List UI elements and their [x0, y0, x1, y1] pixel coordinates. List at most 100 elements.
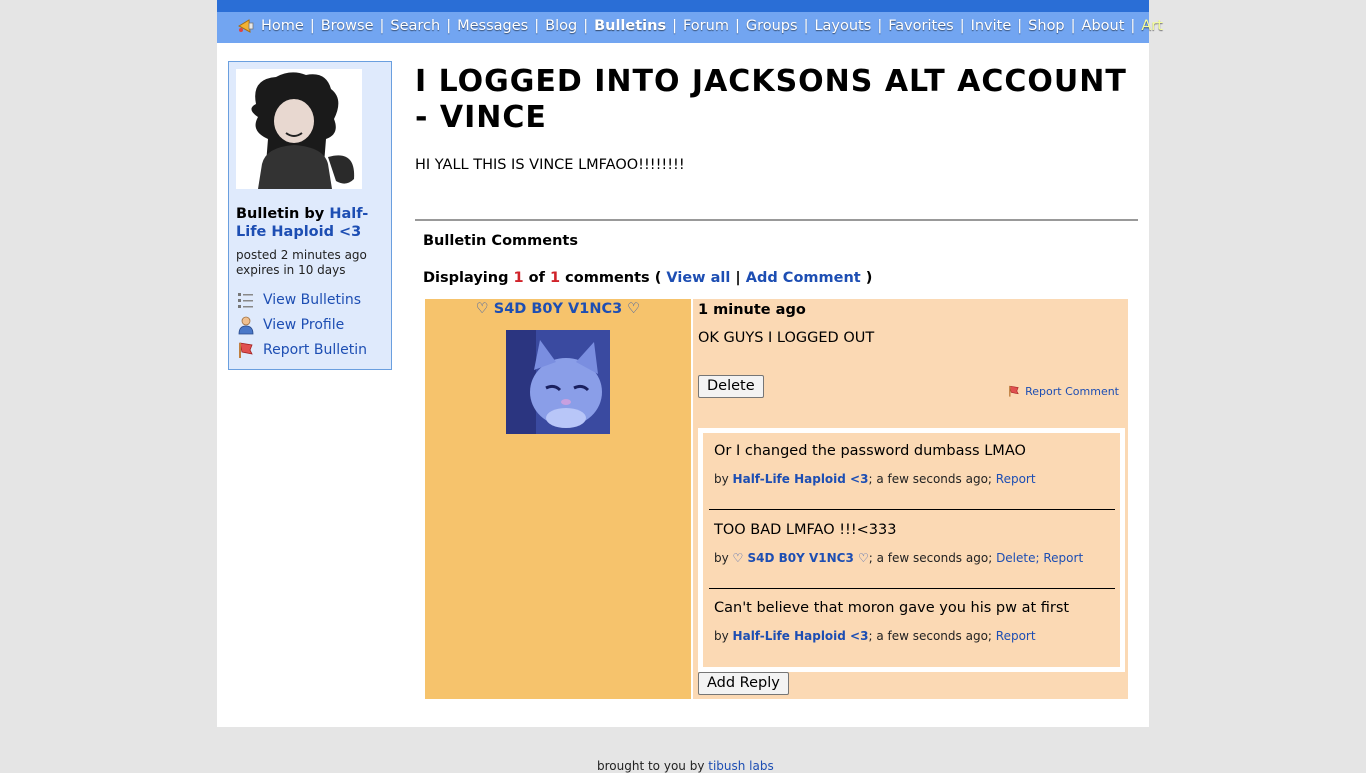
nav-layouts[interactable]: Layouts	[814, 12, 871, 40]
reply-report-link[interactable]: Report	[996, 629, 1036, 643]
reply-item: Can't believe that moron gave you his pw…	[714, 600, 1114, 643]
nav-separator: |	[877, 18, 883, 34]
nav-separator: |	[1130, 18, 1136, 34]
shown-count: 1	[513, 270, 524, 286]
footer-link[interactable]: tibush labs	[708, 759, 774, 773]
bulletin-sidebar: Bulletin by Half-Life Haploid <3 posted …	[228, 61, 392, 370]
nav-browse[interactable]: Browse	[321, 12, 374, 40]
add-comment-link[interactable]: Add Comment	[746, 270, 861, 286]
nav-about[interactable]: About	[1082, 12, 1125, 40]
reply-divider	[709, 509, 1115, 510]
nav-separator: |	[309, 18, 315, 34]
reply-text: TOO BAD LMFAO !!!<333	[714, 522, 897, 538]
home-megaphone-icon	[237, 19, 254, 33]
footer: brought to you by tibush labs	[597, 759, 774, 773]
reply-meta: by Half-Life Haploid <3; a few seconds a…	[714, 472, 1114, 486]
report-flag-icon	[239, 342, 253, 358]
report-flag-icon	[1009, 385, 1019, 397]
comment-author: ♡ S4D B0Y V1NC3 ♡	[425, 301, 691, 317]
reply-report-link[interactable]: Report	[996, 472, 1036, 486]
nav-invite[interactable]: Invite	[971, 12, 1012, 40]
section-divider	[415, 219, 1138, 221]
reply-item: TOO BAD LMFAO !!!<333 by ♡ S4D B0Y V1NC3…	[714, 522, 1114, 565]
view-all-link[interactable]: View all	[666, 270, 730, 286]
reply-author-link[interactable]: ♡ S4D B0Y V1NC3 ♡	[733, 551, 869, 565]
reply-divider	[709, 588, 1115, 589]
reply-by-label: by	[714, 472, 729, 486]
comments-label: comments (	[565, 270, 662, 286]
nav-home[interactable]: Home	[261, 12, 304, 40]
top-strip	[217, 0, 1149, 12]
view-bulletins-link[interactable]: View Bulletins	[263, 292, 361, 308]
reply-meta: by ♡ S4D B0Y V1NC3 ♡; a few seconds ago;…	[714, 551, 1114, 565]
reply-by-label: by	[714, 551, 729, 565]
add-reply-button[interactable]: Add Reply	[698, 672, 789, 695]
reply-text: Can't believe that moron gave you his pw…	[714, 600, 1070, 616]
bulletin-by-label: Bulletin by	[236, 206, 325, 222]
nav-favorites[interactable]: Favorites	[888, 12, 954, 40]
comment-author-avatar[interactable]	[506, 330, 610, 434]
author-avatar[interactable]	[236, 69, 362, 189]
reply-report-link[interactable]: Report	[1043, 551, 1083, 565]
reply-delete-link[interactable]: Delete;	[996, 551, 1039, 565]
bulletin-title: I LOGGED INTO JACKSONS ALT ACCOUNT - VIN…	[415, 64, 1127, 135]
sidebar-item-view-profile[interactable]: View Profile	[236, 312, 367, 337]
sidebar-item-report-bulletin[interactable]: Report Bulletin	[236, 337, 367, 362]
replies-box: Or I changed the password dumbass LMAO b…	[698, 428, 1125, 672]
nav-separator: |	[1017, 18, 1023, 34]
page-container: Home | Browse | Search | Messages | Blog…	[217, 0, 1163, 727]
nav-separator: |	[959, 18, 965, 34]
nav-separator: |	[672, 18, 677, 34]
comment-time: 1 minute ago	[698, 302, 806, 318]
comment-author-panel: ♡ S4D B0Y V1NC3 ♡	[425, 299, 691, 699]
footer-text: brought to you by	[597, 759, 705, 773]
nav-forum[interactable]: Forum	[683, 12, 729, 40]
user-icon	[238, 316, 254, 334]
nav-separator: |	[379, 18, 385, 34]
nav-art[interactable]: Art	[1141, 12, 1163, 40]
kitten-avatar-image	[506, 330, 610, 434]
comments-heading: Bulletin Comments	[423, 233, 578, 249]
report-comment[interactable]: Report Comment	[1007, 384, 1119, 398]
nav-bulletins[interactable]: Bulletins	[594, 12, 666, 40]
nav-search[interactable]: Search	[390, 12, 440, 40]
displaying-label: Displaying	[423, 270, 509, 286]
bulletin-by: Bulletin by Half-Life Haploid <3	[236, 205, 386, 241]
nav-separator: |	[583, 18, 589, 34]
nav-separator: |	[1070, 18, 1076, 34]
reply-meta: by Half-Life Haploid <3; a few seconds a…	[714, 629, 1114, 643]
comments-count-line: Displaying 1 of 1 comments ( View all | …	[423, 270, 872, 286]
close-paren: )	[865, 270, 873, 286]
author-avatar-image	[236, 69, 362, 189]
delete-comment-button[interactable]: Delete	[698, 375, 764, 398]
nav-separator: |	[446, 18, 452, 34]
expires-time: expires in 10 days	[236, 263, 346, 277]
bulletin-body: HI YALL THIS IS VINCE LMFAOO!!!!!!!!	[415, 157, 685, 173]
comment-content-panel: 1 minute ago OK GUYS I LOGGED OUT Delete…	[693, 299, 1128, 699]
reply-time: ; a few seconds ago;	[868, 551, 993, 565]
reply-author-link[interactable]: Half-Life Haploid <3	[733, 472, 869, 486]
reply-by-label: by	[714, 629, 729, 643]
nav-groups[interactable]: Groups	[746, 12, 798, 40]
report-comment-link[interactable]: Report Comment	[1025, 385, 1119, 398]
report-bulletin-link[interactable]: Report Bulletin	[263, 342, 367, 358]
comment-text: OK GUYS I LOGGED OUT	[698, 330, 875, 346]
reply-time: ; a few seconds ago;	[868, 629, 992, 643]
nav-messages[interactable]: Messages	[457, 12, 528, 40]
view-profile-link[interactable]: View Profile	[263, 317, 344, 333]
nav-separator: |	[803, 18, 809, 34]
posted-time: posted 2 minutes ago	[236, 248, 367, 262]
comment-author-link[interactable]: ♡ S4D B0Y V1NC3 ♡	[476, 301, 641, 317]
nav-separator: |	[534, 18, 540, 34]
nav-shop[interactable]: Shop	[1028, 12, 1064, 40]
reply-author-link[interactable]: Half-Life Haploid <3	[733, 629, 869, 643]
reply-time: ; a few seconds ago;	[868, 472, 992, 486]
nav-bar: Home | Browse | Search | Messages | Blog…	[217, 12, 1163, 43]
separator: |	[735, 270, 741, 286]
nav-blog[interactable]: Blog	[545, 12, 577, 40]
total-count: 1	[550, 270, 561, 286]
reply-item: Or I changed the password dumbass LMAO b…	[714, 443, 1114, 486]
nav-separator: |	[734, 18, 740, 34]
sidebar-item-view-bulletins[interactable]: View Bulletins	[236, 287, 367, 312]
bulletin-meta: posted 2 minutes ago expires in 10 days	[236, 248, 367, 278]
